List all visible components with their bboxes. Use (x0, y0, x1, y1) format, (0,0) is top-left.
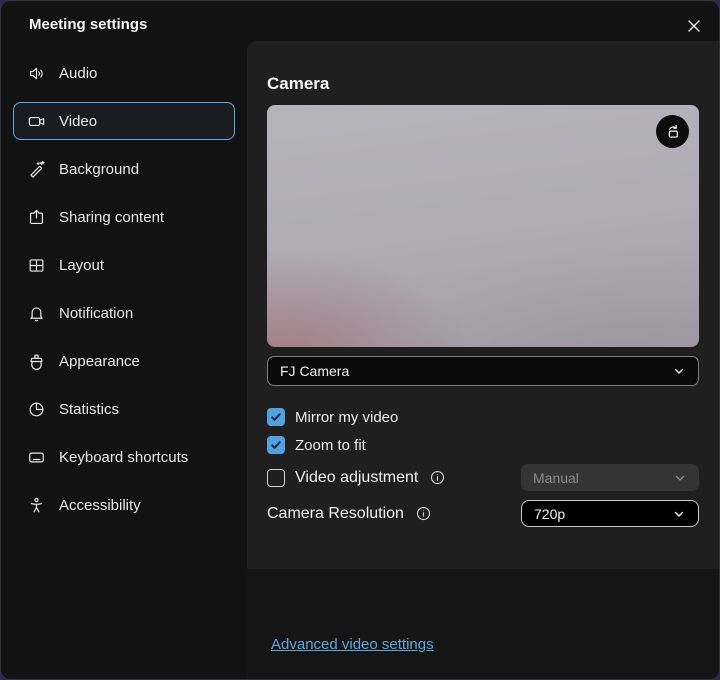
sidebar-item-appearance[interactable]: Appearance (13, 342, 235, 380)
share-icon (27, 208, 46, 227)
camera-preview (267, 105, 699, 347)
sidebar-item-label: Keyboard shortcuts (59, 449, 188, 466)
zoom-to-fit-label: Zoom to fit (295, 437, 366, 454)
mirror-video-checkbox[interactable] (267, 408, 285, 426)
sidebar-item-label: Appearance (59, 353, 140, 370)
camera-resolution-label: Camera Resolution (267, 505, 404, 523)
close-button[interactable] (682, 14, 706, 38)
dialog-title: Meeting settings (29, 16, 147, 33)
rotate-camera-icon (663, 122, 682, 141)
video-adjustment-checkbox[interactable] (267, 469, 285, 487)
sidebar-item-notification[interactable]: Notification (13, 294, 235, 332)
camera-section-title: Camera (267, 73, 699, 95)
sidebar-item-label: Statistics (59, 401, 119, 418)
speaker-icon (27, 64, 46, 83)
sidebar-item-layout[interactable]: Layout (13, 246, 235, 284)
video-adjustment-mode-value: Manual (533, 470, 579, 486)
sidebar-item-label: Background (59, 161, 139, 178)
info-icon[interactable] (430, 470, 445, 485)
close-icon (686, 18, 702, 34)
video-options: Mirror my video Zoom to fit Video adjust… (267, 407, 699, 527)
camera-section: Camera FJ Camera (247, 41, 719, 569)
sidebar-item-background[interactable]: Background (13, 150, 235, 188)
pie-chart-icon (27, 400, 46, 419)
rotate-camera-button[interactable] (656, 115, 689, 148)
chevron-down-icon (672, 507, 686, 521)
magic-wand-icon (27, 160, 46, 179)
mirror-video-checkbox-row[interactable]: Mirror my video (267, 407, 699, 427)
sidebar-item-label: Audio (59, 65, 97, 82)
sidebar-item-label: Video (59, 113, 97, 130)
sidebar-item-label: Sharing content (59, 209, 164, 226)
sidebar-item-sharing-content[interactable]: Sharing content (13, 198, 235, 236)
sidebar-item-audio[interactable]: Audio (13, 54, 235, 92)
meeting-settings-dialog: Meeting settings Audio (0, 0, 720, 680)
sidebar-item-label: Accessibility (59, 497, 141, 514)
grid-icon (27, 256, 46, 275)
zoom-to-fit-checkbox-row[interactable]: Zoom to fit (267, 435, 699, 455)
mirror-video-label: Mirror my video (295, 409, 398, 426)
camera-resolution-value: 720p (534, 506, 565, 522)
advanced-video-settings-link[interactable]: Advanced video settings (271, 636, 434, 653)
sidebar-item-statistics[interactable]: Statistics (13, 390, 235, 428)
camera-device-select[interactable]: FJ Camera (267, 356, 699, 386)
chevron-down-icon (672, 364, 686, 378)
keyboard-icon (27, 448, 46, 467)
paintbrush-icon (27, 352, 46, 371)
zoom-to-fit-checkbox[interactable] (267, 436, 285, 454)
sidebar-item-label: Notification (59, 305, 133, 322)
camera-device-value: FJ Camera (280, 363, 349, 379)
camera-icon (27, 112, 46, 131)
person-icon (27, 496, 46, 515)
video-adjustment-mode-select: Manual (521, 464, 699, 491)
sidebar-item-accessibility[interactable]: Accessibility (13, 486, 235, 524)
bell-icon (27, 304, 46, 323)
chevron-down-icon (673, 471, 687, 485)
video-settings-panel: Camera FJ Camera (247, 41, 719, 679)
settings-sidebar: Audio Video Background (1, 49, 247, 679)
camera-resolution-select[interactable]: 720p (521, 500, 699, 527)
video-adjustment-row: Video adjustment Manual (267, 464, 699, 491)
sidebar-item-label: Layout (59, 257, 104, 274)
sidebar-item-video[interactable]: Video (13, 102, 235, 140)
info-icon[interactable] (416, 506, 431, 521)
sidebar-item-keyboard-shortcuts[interactable]: Keyboard shortcuts (13, 438, 235, 476)
camera-resolution-row: Camera Resolution 720p (267, 500, 699, 527)
video-adjustment-label: Video adjustment (295, 469, 418, 487)
